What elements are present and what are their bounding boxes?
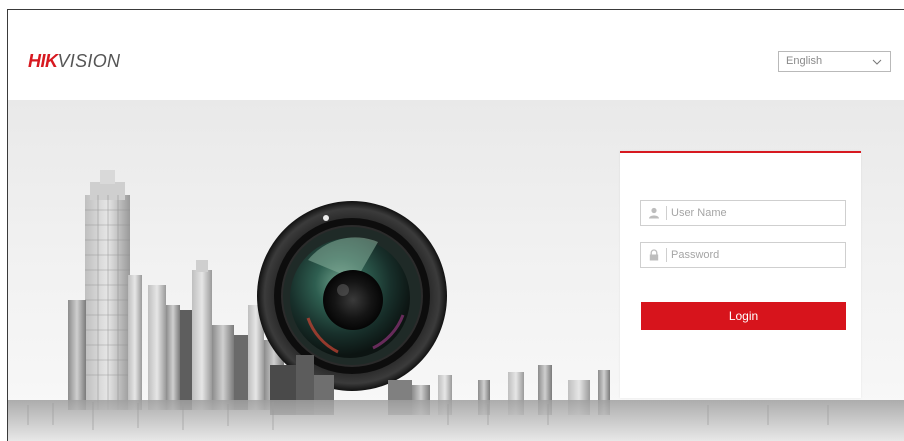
user-icon bbox=[649, 207, 659, 219]
banner: Login bbox=[8, 100, 904, 441]
language-select[interactable]: English bbox=[778, 51, 891, 72]
password-input[interactable] bbox=[671, 245, 841, 265]
logo-grey-text: VISION bbox=[57, 51, 121, 71]
logo-red-text: HIK bbox=[28, 51, 58, 71]
login-page: HIKVISION English User Name Login bbox=[7, 9, 904, 441]
username-input[interactable] bbox=[671, 203, 841, 223]
username-field-separator bbox=[666, 206, 667, 220]
header: HIKVISION English bbox=[8, 10, 904, 100]
chevron-down-icon bbox=[872, 59, 882, 65]
language-selected-value: English bbox=[786, 55, 823, 67]
hikvision-logo: HIKVISION bbox=[28, 51, 120, 71]
lock-icon bbox=[649, 249, 659, 261]
password-field[interactable] bbox=[640, 242, 846, 268]
login-button[interactable]: Login bbox=[641, 302, 846, 330]
username-field[interactable] bbox=[640, 200, 846, 226]
login-panel: Login bbox=[620, 151, 861, 398]
password-field-separator bbox=[666, 248, 667, 262]
